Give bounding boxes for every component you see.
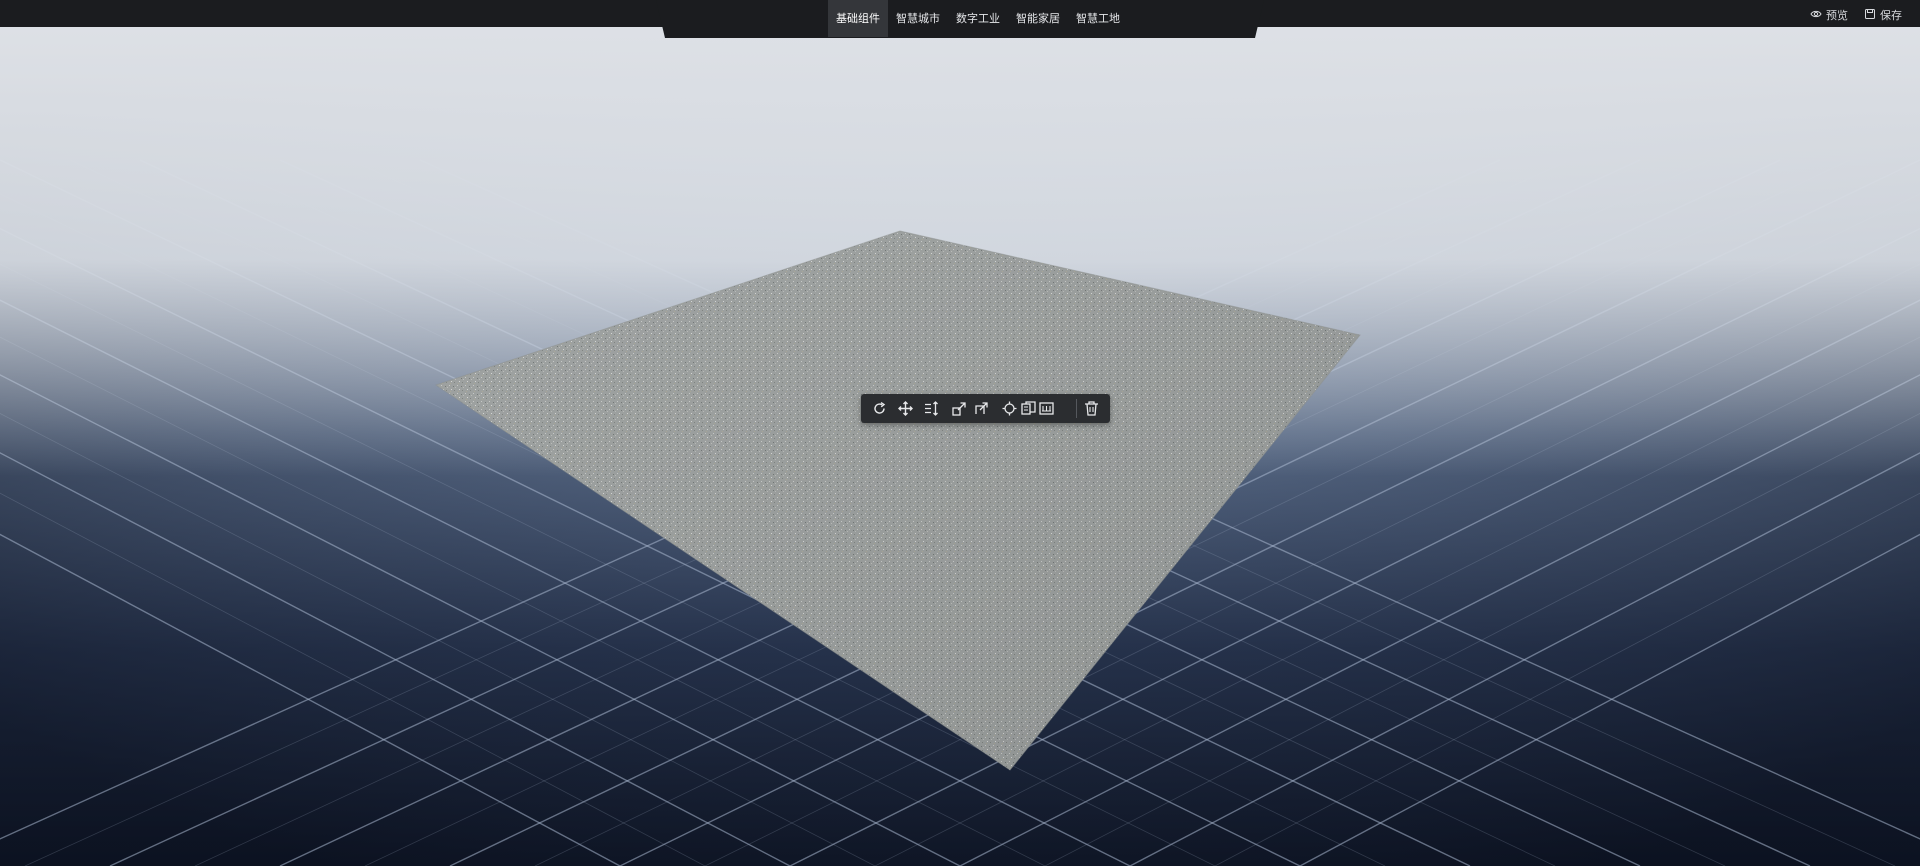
- vertical-scale-icon[interactable]: [923, 400, 940, 417]
- toolbar-divider: [1076, 399, 1077, 418]
- header-actions: 预览 保存: [1810, 0, 1902, 30]
- copy-icon[interactable]: [1020, 400, 1037, 417]
- scale-alt-icon[interactable]: [973, 400, 990, 417]
- tab-digital-industry[interactable]: 数字工业: [948, 0, 1008, 37]
- floppy-disk-icon: [1864, 8, 1876, 23]
- save-label: 保存: [1880, 9, 1902, 22]
- frame-icon[interactable]: [1038, 400, 1055, 417]
- preview-button[interactable]: 预览: [1810, 7, 1848, 23]
- object-toolbar: [861, 394, 1110, 423]
- category-tabs: 基础组件 智慧城市 数字工业 智能家居 智慧工地: [828, 0, 1128, 37]
- delete-icon[interactable]: [1083, 400, 1100, 417]
- focus-icon[interactable]: [1001, 400, 1018, 417]
- save-button[interactable]: 保存: [1864, 7, 1902, 23]
- move-icon[interactable]: [897, 400, 914, 417]
- preview-label: 预览: [1826, 9, 1848, 22]
- 3d-viewport[interactable]: [0, 0, 1920, 866]
- tab-basic-components[interactable]: 基础组件: [828, 0, 888, 37]
- tab-smart-city[interactable]: 智慧城市: [888, 0, 948, 37]
- eye-icon: [1810, 8, 1822, 23]
- tab-smart-home[interactable]: 智能家居: [1008, 0, 1068, 37]
- rotate-icon[interactable]: [871, 400, 888, 417]
- tab-smart-construction[interactable]: 智慧工地: [1068, 0, 1128, 37]
- scale-icon[interactable]: [951, 400, 968, 417]
